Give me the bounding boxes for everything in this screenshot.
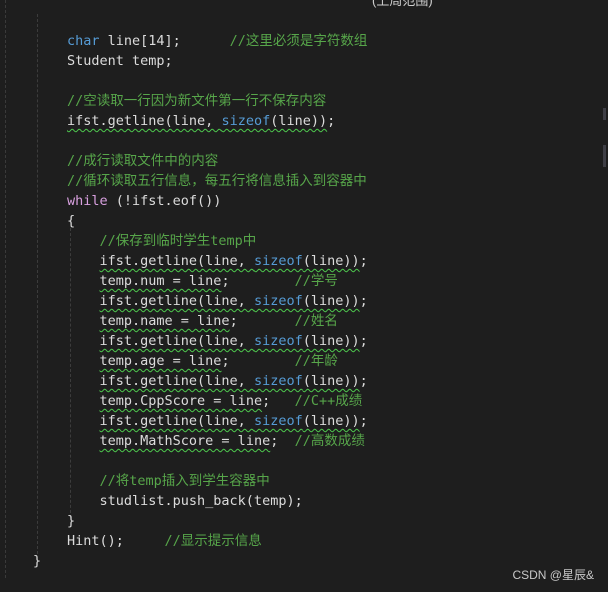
code-token: ;	[327, 113, 336, 129]
code-token: //循环读取五行信息，每五行将信息插入到容器中	[67, 173, 367, 189]
code-token: ifst.getline(line,	[99, 333, 254, 349]
code-line[interactable]: temp.num = line; //学号	[67, 271, 338, 291]
code-token: ifst.getline(line,	[99, 253, 254, 269]
code-line[interactable]: temp.MathScore = line; //高数成绩	[67, 431, 365, 451]
code-token: //年龄	[294, 353, 338, 369]
outer-indent-guide	[5, 0, 7, 578]
code-token: temp.MathScore = line	[99, 433, 271, 449]
code-line[interactable]: //保存到临时学生temp中	[67, 231, 257, 251]
code-line[interactable]: studlist.push_back(temp);	[67, 491, 303, 511]
code-token: ;	[359, 413, 368, 429]
code-token: ;	[262, 393, 295, 409]
code-token: temp.name = line	[99, 313, 230, 329]
code-token: (line))	[302, 373, 360, 389]
code-token: Hint();	[67, 533, 165, 549]
code-token: temp.num = line	[99, 273, 222, 289]
code-line[interactable]: temp.CppScore = line; //C++成绩	[67, 391, 363, 411]
code-token: //姓名	[294, 313, 338, 329]
code-token: (line))	[270, 113, 328, 129]
code-line[interactable]: ifst.getline(line, sizeof(line));	[67, 291, 368, 311]
code-token: //高数成绩	[294, 433, 365, 449]
code-token: ;	[221, 353, 295, 369]
code-token: sizeof	[253, 253, 303, 269]
code-token: }	[33, 553, 42, 569]
code-token: ;	[359, 293, 368, 309]
code-line[interactable]: //将temp插入到学生容器中	[67, 471, 270, 491]
code-line[interactable]: ifst.getline(line, sizeof(line));	[67, 251, 368, 271]
code-line[interactable]: //空读取一行因为新文件第一行不保存内容	[67, 91, 326, 111]
code-token: //显示提示信息	[164, 533, 262, 549]
code-token: ;	[270, 433, 295, 449]
code-token: temp.CppScore = line	[99, 393, 263, 409]
code-token: {	[67, 213, 76, 229]
code-line[interactable]: temp.name = line; //姓名	[67, 311, 338, 331]
code-token: sizeof	[221, 113, 271, 129]
code-token: (line))	[302, 333, 360, 349]
code-token: (line))	[302, 253, 360, 269]
code-line[interactable]: //成行读取文件中的内容	[67, 151, 218, 171]
code-token: (!ifst.eof())	[107, 193, 222, 209]
code-token: studlist.push_back(temp);	[67, 493, 303, 509]
code-token: (line))	[302, 293, 360, 309]
watermark: CSDN @星辰&	[512, 568, 594, 582]
clipped-top-text: (上周范围)	[372, 0, 433, 8]
code-token: ;	[229, 313, 295, 329]
code-line[interactable]: ifst.getline(line, sizeof(line));	[67, 331, 368, 351]
code-line[interactable]: }	[67, 511, 75, 531]
code-line[interactable]: while (!ifst.eof())	[67, 191, 221, 211]
code-line[interactable]: {	[67, 211, 75, 231]
code-token: ifst.getline(line,	[99, 293, 254, 309]
code-token: Student temp;	[67, 53, 173, 69]
code-token: //将temp插入到学生容器中	[67, 473, 270, 489]
code-token: ;	[221, 273, 295, 289]
code-line[interactable]: temp.age = line; //年龄	[67, 351, 338, 371]
code-token: ifst.getline(line,	[99, 413, 254, 429]
code-token: //学号	[294, 273, 338, 289]
code-token: sizeof	[253, 293, 303, 309]
code-token: //空读取一行因为新文件第一行不保存内容	[67, 93, 327, 109]
code-token: sizeof	[253, 333, 303, 349]
code-token: //保存到临时学生temp中	[67, 233, 257, 249]
code-token: }	[67, 513, 76, 529]
code-line[interactable]: //循环读取五行信息，每五行将信息插入到容器中	[67, 171, 367, 191]
code-token: sizeof	[253, 373, 303, 389]
code-token: line[14];	[99, 33, 230, 49]
code-token: //C++成绩	[294, 393, 363, 409]
scroll-marker	[603, 145, 606, 167]
code-line[interactable]: ifst.getline(line, sizeof(line));	[67, 411, 368, 431]
code-editor[interactable]: (上周范围) char line[14]; //这里必须是字符数组 Student…	[0, 0, 608, 592]
function-indent-guide	[37, 14, 38, 554]
code-line[interactable]: ifst.getline(line, sizeof(line));	[67, 371, 368, 391]
scroll-marker	[603, 108, 606, 120]
code-token: ;	[359, 253, 368, 269]
code-line[interactable]: ifst.getline(line, sizeof(line));	[67, 111, 335, 131]
code-token: ifst.getline(line,	[99, 373, 254, 389]
code-token: ifst.getline(line,	[67, 113, 222, 129]
code-token: ;	[359, 333, 368, 349]
code-token: //这里必须是字符数组	[229, 33, 368, 49]
code-token: sizeof	[253, 413, 303, 429]
code-token: ;	[359, 373, 368, 389]
code-line[interactable]: Hint(); //显示提示信息	[67, 531, 262, 551]
code-line[interactable]: char line[14]; //这里必须是字符数组	[67, 31, 367, 51]
code-line[interactable]: }	[33, 551, 41, 571]
code-token: char	[67, 33, 100, 49]
code-token: while	[67, 193, 108, 209]
code-token: temp.age = line	[99, 353, 222, 369]
code-token: (line))	[302, 413, 360, 429]
code-line[interactable]: Student temp;	[67, 51, 173, 71]
code-token: //成行读取文件中的内容	[67, 153, 219, 169]
